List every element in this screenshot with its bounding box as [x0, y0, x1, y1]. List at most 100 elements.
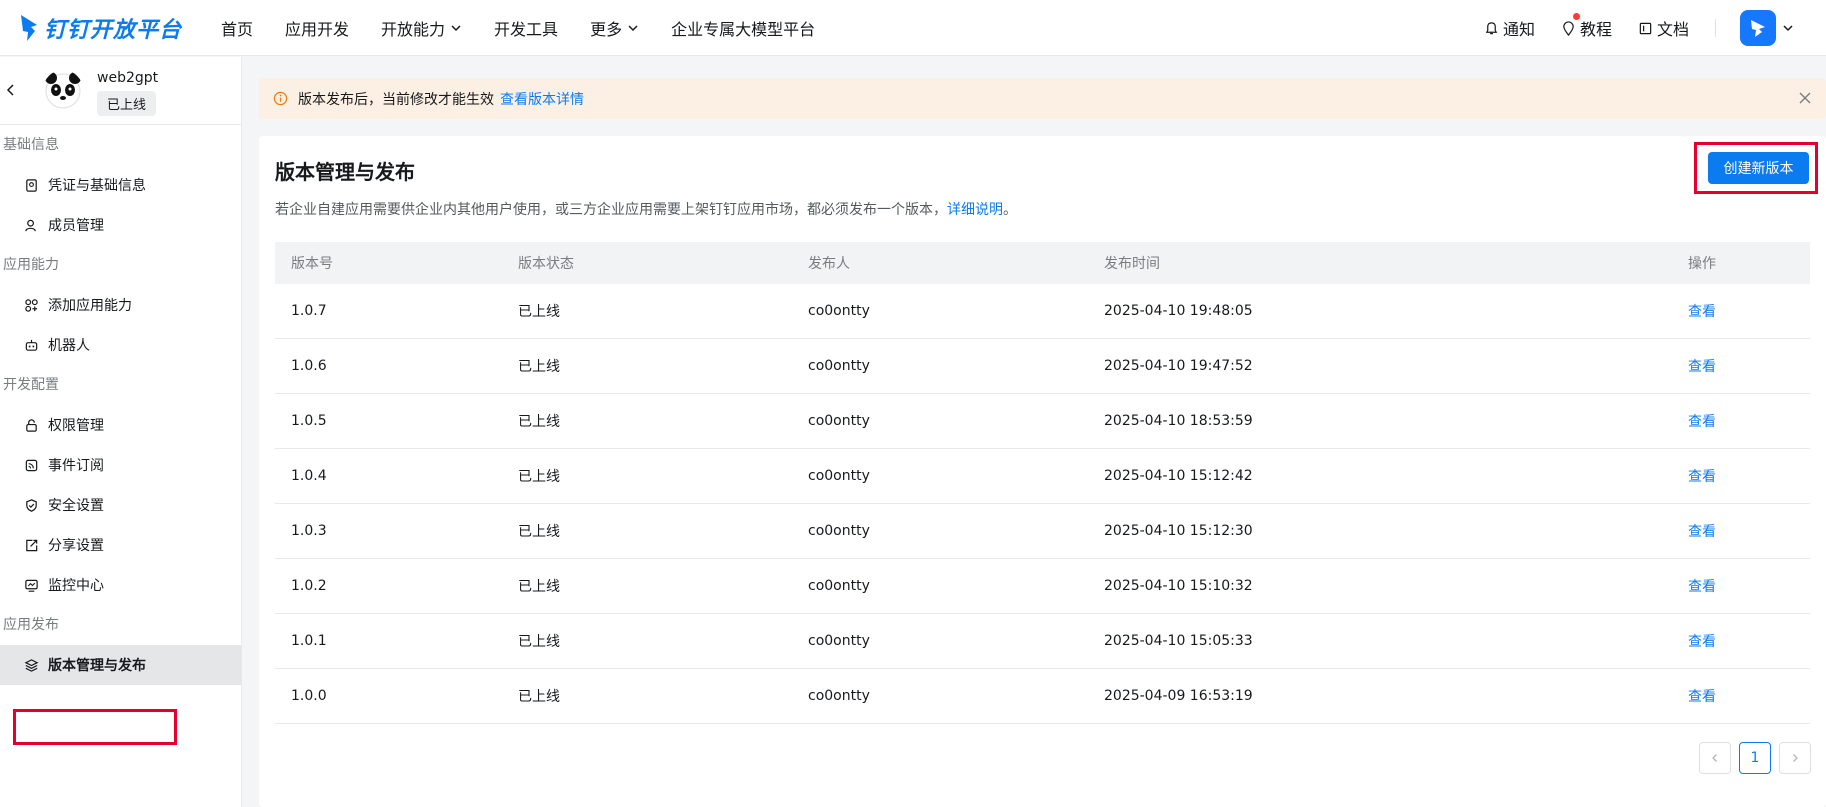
tutorial-button[interactable]: 教程	[1561, 13, 1612, 40]
view-link[interactable]: 查看	[1688, 524, 1716, 540]
description-text: 若企业自建应用需要供企业内其他用户使用，或三方企业应用需要上架钉钉应用市场，都必…	[275, 202, 947, 218]
add-capability-icon	[25, 298, 38, 312]
cell-time: 2025-04-10 15:12:30	[1104, 523, 1253, 539]
cell-publisher: co0ontty	[808, 303, 870, 319]
dingtalk-logo-icon	[21, 15, 37, 41]
version-card: 版本管理与发布 若企业自建应用需要供企业内其他用户使用，或三方企业应用需要上架钉…	[259, 136, 1826, 807]
cell-time: 2025-04-10 15:12:42	[1104, 468, 1253, 484]
user-avatar-button[interactable]	[1740, 10, 1776, 46]
next-page-button[interactable]	[1779, 742, 1811, 774]
sidebar-item-label: 监控中心	[48, 578, 104, 594]
app-name: web2gpt	[97, 70, 159, 86]
sidebar-item-share[interactable]: 分享设置	[0, 525, 241, 565]
subscribe-icon	[25, 459, 38, 471]
sidebar-item-security[interactable]: 安全设置	[0, 485, 241, 525]
cell-version: 1.0.5	[291, 413, 327, 429]
doc-icon	[1639, 22, 1652, 34]
view-link[interactable]: 查看	[1688, 359, 1716, 375]
table-row: 1.0.4 已上线 co0ontty 2025-04-10 15:12:42 查…	[275, 449, 1810, 504]
cell-status: 已上线	[518, 579, 560, 595]
chevron-down-icon[interactable]	[1782, 22, 1794, 34]
layers-icon	[24, 658, 39, 672]
view-link[interactable]: 查看	[1688, 634, 1716, 650]
view-link[interactable]: 查看	[1688, 414, 1716, 430]
cell-version: 1.0.7	[291, 303, 327, 319]
cell-publisher: co0ontty	[808, 523, 870, 539]
cell-version: 1.0.3	[291, 523, 327, 539]
highlight-box	[13, 709, 177, 745]
view-version-details-link[interactable]: 查看版本详情	[500, 89, 584, 109]
member-icon	[25, 219, 36, 231]
sidebar-item-permissions[interactable]: 权限管理	[0, 405, 241, 445]
view-link[interactable]: 查看	[1688, 304, 1716, 320]
cell-version: 1.0.1	[291, 633, 327, 649]
group-title-capability: 应用能力	[3, 257, 59, 273]
nav-enterprise-llm[interactable]: 企业专属大模型平台	[671, 16, 815, 40]
sidebar-item-version-publish[interactable]: 版本管理与发布	[0, 645, 241, 685]
prev-page-button[interactable]	[1699, 742, 1731, 774]
publish-alert: 版本发布后，当前修改才能生效 查看版本详情	[259, 78, 1826, 119]
close-icon[interactable]	[1798, 91, 1812, 105]
cell-time: 2025-04-10 18:53:59	[1104, 413, 1253, 429]
sidebar-item-label: 事件订阅	[48, 458, 104, 474]
version-table: 版本号 版本状态 发布人 发布时间 操作 1.0.7 已上线 co0ontty …	[275, 242, 1810, 724]
group-title-basic: 基础信息	[3, 137, 59, 153]
cell-status: 已上线	[518, 304, 560, 320]
nav-app-dev[interactable]: 应用开发	[285, 16, 349, 40]
sidebar-item-label: 凭证与基础信息	[48, 178, 146, 194]
table-header: 版本号 版本状态 发布人 发布时间 操作	[275, 242, 1810, 284]
main-nav: 首页 应用开发 开放能力 开发工具 更多 企业专属大模型平台	[221, 0, 847, 56]
nav-more[interactable]: 更多	[590, 16, 639, 40]
sidebar-item-label: 版本管理与发布	[48, 658, 146, 674]
sidebar-item-credentials[interactable]: 凭证与基础信息	[0, 165, 241, 205]
table-row: 1.0.6 已上线 co0ontty 2025-04-10 19:47:52 查…	[275, 339, 1810, 394]
new-badge-dot	[1572, 13, 1580, 20]
sidebar-item-monitor[interactable]: 监控中心	[0, 565, 241, 605]
table-row: 1.0.3 已上线 co0ontty 2025-04-10 15:12:30 查…	[275, 504, 1810, 559]
view-link[interactable]: 查看	[1688, 469, 1716, 485]
nav-home[interactable]: 首页	[221, 16, 253, 40]
header-status: 版本状态	[518, 256, 574, 272]
location-pin-icon	[1563, 20, 1574, 36]
docs-button[interactable]: 文档	[1638, 16, 1689, 40]
sidebar-item-event-subscription[interactable]: 事件订阅	[0, 445, 241, 485]
nav-dev-tools[interactable]: 开发工具	[494, 16, 558, 40]
table-row: 1.0.7 已上线 co0ontty 2025-04-10 19:48:05 查…	[275, 284, 1810, 339]
page-number-button[interactable]: 1	[1739, 742, 1771, 774]
create-version-button[interactable]: 创建新版本	[1708, 152, 1809, 184]
lock-icon	[26, 418, 37, 432]
view-link[interactable]: 查看	[1688, 579, 1716, 595]
shield-icon	[26, 498, 37, 512]
sidebar-item-add-capability[interactable]: 添加应用能力	[0, 285, 241, 325]
sidebar-item-members[interactable]: 成员管理	[0, 205, 241, 245]
table-row: 1.0.5 已上线 co0ontty 2025-04-10 18:53:59 查…	[275, 394, 1810, 449]
cell-status: 已上线	[518, 414, 560, 430]
notify-button[interactable]: 通知	[1484, 16, 1535, 40]
cell-status: 已上线	[518, 469, 560, 485]
cell-status: 已上线	[518, 359, 560, 375]
brand-logo[interactable]: 钉钉开放平台	[18, 10, 182, 46]
app-status-badge: 已上线	[97, 91, 157, 116]
group-title-publish: 应用发布	[3, 617, 59, 633]
notify-label: 通知	[1502, 20, 1535, 39]
cell-time: 2025-04-10 15:05:33	[1104, 633, 1253, 649]
description-end: 。	[1003, 202, 1017, 218]
sidebar-item-label: 添加应用能力	[48, 298, 132, 314]
back-arrow-icon[interactable]	[4, 83, 18, 97]
nav-open-capability[interactable]: 开放能力	[381, 16, 462, 40]
cell-publisher: co0ontty	[808, 633, 870, 649]
details-link[interactable]: 详细说明	[947, 202, 1003, 218]
sidebar-item-robot[interactable]: 机器人	[0, 325, 241, 365]
brand-name: 钉钉开放平台	[44, 18, 183, 43]
divider	[1715, 19, 1716, 37]
header-action: 操作	[1688, 256, 1716, 272]
dingtalk-avatar-icon	[1751, 20, 1765, 37]
cell-version: 1.0.0	[291, 688, 327, 704]
pagination: 1	[1699, 742, 1819, 774]
header-time: 发布时间	[1104, 256, 1160, 272]
cell-version: 1.0.4	[291, 468, 327, 484]
info-icon	[273, 91, 288, 106]
cell-publisher: co0ontty	[808, 468, 870, 484]
view-link[interactable]: 查看	[1688, 689, 1716, 705]
cell-version: 1.0.6	[291, 358, 327, 374]
